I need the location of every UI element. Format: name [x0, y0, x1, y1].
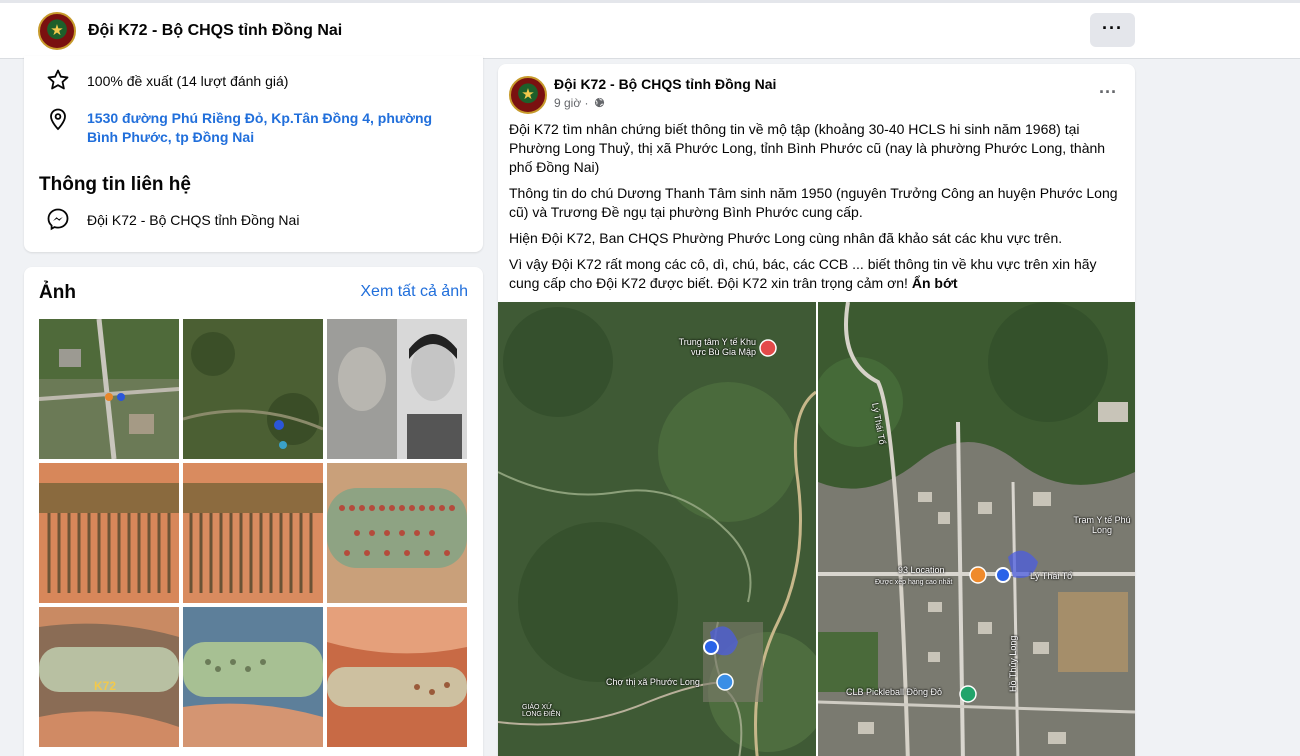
post-author-avatar[interactable] [509, 76, 547, 114]
post-author-name[interactable]: Đội K72 - Bộ CHQS tỉnh Đồng Nai [554, 76, 776, 92]
photo-thumbnail[interactable] [183, 607, 323, 747]
globe-icon [594, 97, 604, 108]
map-label: CLB Pickleball Đồng Đỏ [846, 687, 943, 697]
photo-thumbnail[interactable] [39, 463, 179, 603]
intro-card: 100% đề xuất (14 lượt đánh giá) 1530 đườ… [24, 56, 483, 252]
post-time-text: 9 giờ · [554, 96, 589, 110]
post-paragraph: Hiện Đội K72, Ban CHQS Phường Phước Long… [509, 230, 1063, 246]
see-less-link[interactable]: Ẩn bớt [912, 275, 958, 291]
map-label: Chợ thị xã Phước Long [606, 677, 700, 687]
post-card: Đội K72 - Bộ CHQS tỉnh Đồng Nai 9 giờ · … [498, 64, 1135, 756]
photo-thumbnail[interactable] [183, 319, 323, 459]
page-header: Đội K72 - Bộ CHQS tỉnh Đồng Nai ··· [0, 0, 1300, 59]
map-label: 93 Location [898, 565, 945, 575]
post-timestamp[interactable]: 9 giờ · [554, 96, 605, 110]
photo-thumbnail[interactable] [327, 607, 467, 747]
post-options-button[interactable]: ··· [1099, 82, 1117, 103]
post-paragraph: Vì vậy Đội K72 rất mong các cô, dì, chú,… [509, 255, 1125, 293]
page-title[interactable]: Đội K72 - Bộ CHQS tỉnh Đồng Nai [88, 22, 342, 40]
map-label: GIÁO XỨ LONG ĐIỀN [522, 704, 561, 718]
post-paragraph: Đội K72 tìm nhân chứng biết thông tin về… [509, 121, 1106, 175]
post-image-map-right[interactable]: Lý Thái Tổ Lý Thái Tổ 93 Location Được x… [818, 302, 1135, 756]
map-label: Hồ Thủy Long [1008, 635, 1018, 692]
location-pin-icon [50, 108, 66, 131]
rating-text: 100% đề xuất (14 lượt đánh giá) [87, 73, 289, 89]
photo-thumbnail[interactable] [183, 463, 323, 603]
photos-card: Ảnh Xem tất cả ảnh K72 [24, 267, 483, 756]
address-link[interactable]: 1530 đường Phú Riềng Đỏ, Kp.Tân Đồng 4, … [87, 109, 462, 147]
post-paragraph-text: Vì vậy Đội K72 rất mong các cô, dì, chú,… [509, 256, 1097, 291]
contact-section-title: Thông tin liên hệ [39, 174, 191, 195]
photos-title: Ảnh [39, 282, 76, 303]
more-options-button[interactable]: ··· [1090, 13, 1135, 47]
post-text: Đội K72 tìm nhân chứng biết thông tin về… [509, 120, 1125, 300]
messenger-name[interactable]: Đội K72 - Bộ CHQS tỉnh Đồng Nai [87, 211, 299, 230]
photo-thumbnail[interactable] [327, 463, 467, 603]
photo-thumbnail[interactable] [39, 319, 179, 459]
page-avatar[interactable] [38, 12, 76, 50]
messenger-icon [47, 208, 69, 231]
see-all-photos-link[interactable]: Xem tất cả ảnh [360, 283, 468, 301]
star-icon [47, 69, 69, 90]
photo-thumbnail[interactable] [327, 319, 467, 459]
post-paragraph: Thông tin do chú Dương Thanh Tâm sinh nă… [509, 185, 1118, 220]
map-label: Lý Thái Tổ [1030, 571, 1073, 581]
map-label: Trạm Y tế Phú Long [1073, 515, 1131, 535]
post-image-map-left[interactable]: Trung tâm Y tế Khu vực Bù Gia Mập Chợ th… [498, 302, 816, 756]
photo-thumbnail[interactable]: K72 [39, 607, 179, 747]
k72-overlay-label: K72 [94, 679, 117, 693]
map-label: Trung tâm Y tế Khu vực Bù Gia Mập [678, 337, 756, 357]
map-label: Được xếp hạng cao nhất [875, 579, 953, 586]
